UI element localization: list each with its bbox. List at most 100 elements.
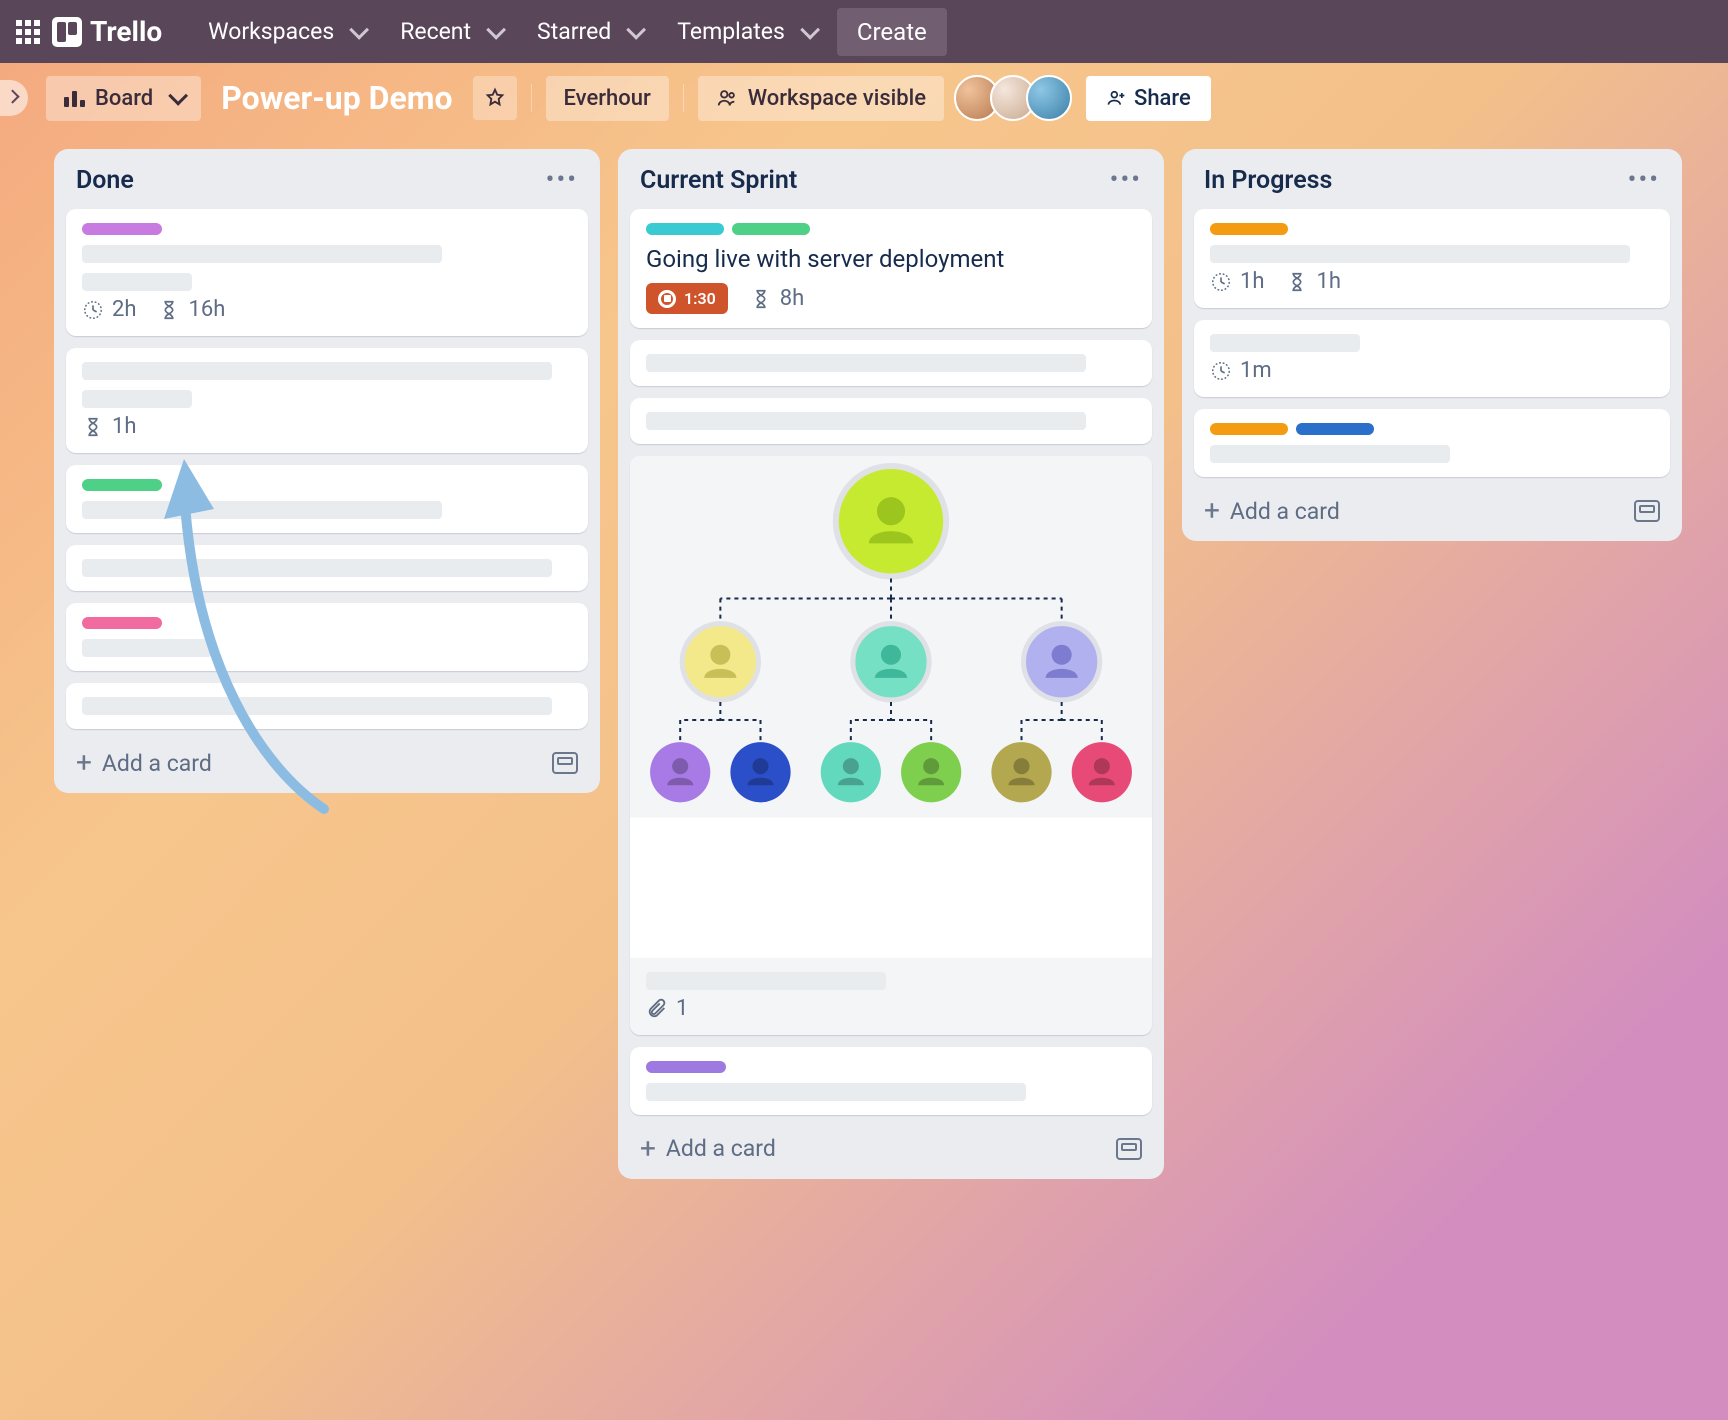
create-button[interactable]: Create — [837, 8, 947, 56]
card[interactable] — [66, 545, 588, 591]
card-with-cover[interactable]: 1 — [630, 456, 1152, 1035]
placeholder-text — [82, 697, 552, 715]
plus-icon: + — [640, 1135, 656, 1163]
person-add-icon — [1106, 88, 1126, 108]
board-members[interactable] — [964, 75, 1072, 121]
workspaces-menu[interactable]: Workspaces — [194, 12, 378, 51]
time-estimate-badge: 1h — [1286, 269, 1340, 294]
placeholder-text — [1210, 445, 1450, 463]
placeholder-text — [82, 390, 192, 408]
attachment-badge: 1 — [646, 996, 688, 1021]
placeholder-text — [646, 354, 1086, 372]
card-label — [732, 223, 810, 235]
card-label — [82, 479, 162, 491]
placeholder-text — [82, 501, 442, 519]
trello-logo[interactable]: Trello — [52, 15, 162, 48]
card-label — [646, 223, 724, 235]
card[interactable]: 2h 16h — [66, 209, 588, 336]
list-menu-button[interactable]: ••• — [546, 165, 578, 195]
card-label — [1210, 423, 1288, 435]
time-estimate-badge: 16h — [158, 297, 225, 322]
chevron-down-icon — [627, 19, 647, 39]
placeholder-text — [646, 972, 886, 990]
list-title[interactable]: In Progress — [1204, 166, 1332, 195]
trello-logo-icon — [52, 17, 82, 47]
card-label — [646, 1061, 726, 1073]
recent-menu[interactable]: Recent — [386, 12, 515, 51]
card[interactable] — [66, 683, 588, 729]
hourglass-icon — [158, 299, 180, 321]
card[interactable] — [66, 603, 588, 671]
list-in-progress: In Progress ••• 1h 1h — [1182, 149, 1682, 541]
time-estimate-badge: 8h — [750, 286, 804, 311]
card-template-button[interactable] — [1634, 500, 1660, 522]
card[interactable]: Going live with server deployment 1:30 8… — [630, 209, 1152, 328]
share-button[interactable]: Share — [1086, 76, 1211, 121]
list-title[interactable]: Current Sprint — [640, 166, 797, 195]
board-view-switcher[interactable]: Board — [46, 76, 201, 121]
starred-menu[interactable]: Starred — [523, 12, 655, 51]
divider — [531, 84, 532, 112]
sidebar-expand-button[interactable] — [0, 80, 28, 116]
card[interactable] — [630, 1047, 1152, 1115]
star-board-button[interactable] — [473, 76, 517, 120]
placeholder-text — [82, 362, 552, 380]
time-estimate-badge: 1h — [82, 414, 136, 439]
add-card-button[interactable]: +Add a card — [76, 749, 212, 777]
global-header: Trello Workspaces Recent Starred Templat… — [0, 0, 1728, 63]
card[interactable]: 1h 1h — [1194, 209, 1670, 308]
visibility-button[interactable]: Workspace visible — [698, 76, 944, 121]
add-card-button[interactable]: +Add a card — [640, 1135, 776, 1163]
card-label — [82, 617, 162, 629]
board-title[interactable]: Power-up Demo — [215, 79, 458, 117]
placeholder-text — [646, 412, 1086, 430]
plus-icon: + — [1204, 497, 1220, 525]
avatar[interactable] — [1026, 75, 1072, 121]
chevron-down-icon — [168, 86, 188, 106]
list-menu-button[interactable]: ••• — [1110, 165, 1142, 195]
list-title[interactable]: Done — [76, 166, 134, 195]
card-label — [1210, 223, 1288, 235]
card[interactable] — [1194, 409, 1670, 477]
time-tracked-badge: 2h — [82, 297, 136, 322]
add-card-button[interactable]: +Add a card — [1204, 497, 1340, 525]
card[interactable]: 1h — [66, 348, 588, 453]
running-timer-badge[interactable]: 1:30 — [646, 283, 728, 314]
time-tracked-badge: 1m — [1210, 358, 1272, 383]
stop-icon — [658, 290, 676, 308]
divider — [683, 84, 684, 112]
card[interactable] — [630, 340, 1152, 386]
card-template-button[interactable] — [1116, 1138, 1142, 1160]
clock-icon — [1210, 271, 1232, 293]
placeholder-text — [82, 559, 552, 577]
placeholder-text — [646, 1083, 1026, 1101]
card-template-button[interactable] — [552, 752, 578, 774]
list-done: Done ••• 2h 16h — [54, 149, 600, 793]
hourglass-icon — [750, 288, 772, 310]
board-bar: Board Power-up Demo Everhour Workspace v… — [0, 63, 1728, 133]
board-canvas: Done ••• 2h 16h — [0, 133, 1728, 1199]
chevron-down-icon — [349, 19, 369, 39]
templates-menu[interactable]: Templates — [663, 12, 829, 51]
clock-icon — [82, 299, 104, 321]
orgchart-cover-image — [630, 456, 1152, 958]
card[interactable]: 1m — [1194, 320, 1670, 397]
attachment-icon — [646, 997, 668, 1019]
chevron-right-icon — [6, 90, 20, 104]
plus-icon: + — [76, 749, 92, 777]
card-label — [82, 223, 162, 235]
hourglass-icon — [82, 416, 104, 438]
brand-text: Trello — [90, 15, 162, 48]
card[interactable] — [630, 398, 1152, 444]
hourglass-icon — [1286, 271, 1308, 293]
powerup-button[interactable]: Everhour — [546, 76, 669, 121]
app-switcher-icon[interactable] — [12, 16, 44, 48]
placeholder-text — [82, 245, 442, 263]
placeholder-text — [82, 273, 192, 291]
star-icon — [484, 87, 506, 109]
list-menu-button[interactable]: ••• — [1628, 165, 1660, 195]
card[interactable] — [66, 465, 588, 533]
list-current-sprint: Current Sprint ••• Going live with serve… — [618, 149, 1164, 1179]
card-title: Going live with server deployment — [646, 245, 1136, 273]
placeholder-text — [82, 639, 212, 657]
